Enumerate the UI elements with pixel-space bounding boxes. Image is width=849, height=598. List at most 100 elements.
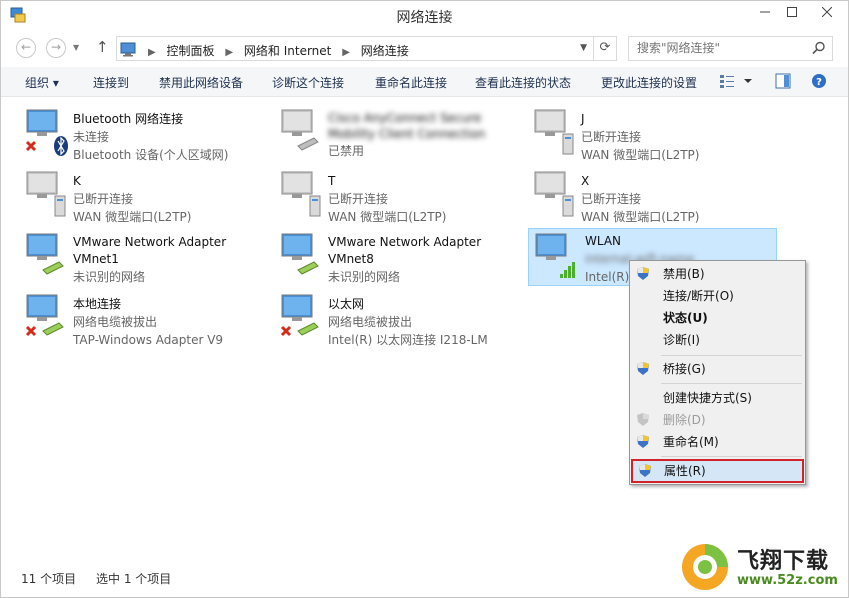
connection-status: 已断开连接 <box>73 192 134 206</box>
disable-device-button[interactable]: 禁用此网络设备 <box>159 74 243 91</box>
menu-item-label: 删除(D) <box>663 413 706 427</box>
context-menu: 禁用(B) 连接/断开(O) 状态(U) 诊断(I) 桥接(G) 创建快捷方式(… <box>629 260 806 485</box>
network-connections-window: 网络连接 ← → ▼ ↑ ▶ 控制面板 ▶ 网络和 Internet ▶ 网络连… <box>0 0 849 598</box>
search-box[interactable] <box>628 36 833 61</box>
menu-item-create-shortcut[interactable]: 创建快捷方式(S) <box>630 387 805 409</box>
connection-status: 未识别的网络 <box>328 270 401 284</box>
window-title: 网络连接 <box>396 10 453 26</box>
search-icon[interactable] <box>812 41 826 55</box>
menu-item-properties[interactable]: 属性(R) <box>631 459 804 483</box>
rename-connection-button[interactable]: 重命名此连接 <box>375 74 447 91</box>
connection-device: TAP-Windows Adapter V9 <box>73 333 224 347</box>
connection-item-vmnet8[interactable]: VMware Network Adapter VMnet8 未识别的网络 <box>278 232 523 292</box>
connection-item-t[interactable]: T 已断开连接 WAN 微型端口(L2TP) <box>278 170 523 230</box>
refresh-button[interactable]: ⟳ <box>593 36 617 61</box>
address-bar[interactable]: ▶ 控制面板 ▶ 网络和 Internet ▶ 网络连接 ▼ <box>116 36 594 61</box>
connection-status: 未识别的网络 <box>73 270 146 284</box>
close-button[interactable] <box>805 1 849 23</box>
menu-item-bridge[interactable]: 桥接(G) <box>630 358 805 380</box>
vpn-icon <box>26 171 66 217</box>
change-settings-button[interactable]: 更改此连接的设置 <box>601 74 697 91</box>
menu-separator <box>661 383 802 384</box>
organize-menu[interactable]: 组织 ▾ <box>25 74 59 91</box>
connection-name: X <box>581 174 590 188</box>
connection-name: 以太网 <box>328 297 365 311</box>
menu-item-disable[interactable]: 禁用(B) <box>630 263 805 285</box>
menu-separator <box>661 355 802 356</box>
connection-name: J <box>581 112 585 126</box>
svg-text:?: ? <box>816 77 822 88</box>
connection-item-local[interactable]: 本地连接 网络电缆被拔出 TAP-Windows Adapter V9 <box>23 293 268 353</box>
bluetooth-network-icon <box>25 109 68 156</box>
connection-status: 已断开连接 <box>328 192 389 206</box>
forward-button[interactable]: → <box>46 38 66 58</box>
connection-status: 网络电缆被拔出 <box>73 315 158 329</box>
watermark-logo-icon <box>682 544 728 590</box>
menu-separator <box>661 456 802 457</box>
breadcrumb-control-panel[interactable]: 控制面板 <box>167 44 215 58</box>
ethernet-adapter-icon <box>280 294 319 337</box>
recent-locations-chevron-icon[interactable]: ▼ <box>73 43 79 52</box>
maximize-button[interactable] <box>779 1 805 23</box>
menu-item-connect-disconnect[interactable]: 连接/断开(O) <box>630 285 805 307</box>
connection-device: WAN 微型端口(L2TP) <box>73 210 192 224</box>
connection-name: WLAN <box>585 234 622 248</box>
back-button[interactable]: ← <box>16 38 36 58</box>
connection-name: VMware Network Adapter VMnet1 <box>73 235 227 266</box>
search-input[interactable] <box>637 41 807 55</box>
view-options-icon[interactable] <box>719 73 753 92</box>
connection-name: Cisco AnyConnect Secure Mobility Client … <box>328 111 486 141</box>
connection-item-cisco[interactable]: Cisco AnyConnect Secure Mobility Client … <box>278 108 523 168</box>
connection-item-j[interactable]: J 已断开连接 WAN 微型端口(L2TP) <box>531 108 776 168</box>
menu-item-label: 桥接(G) <box>663 362 706 376</box>
connection-item-bluetooth[interactable]: Bluetooth 网络连接 未连接 Bluetooth 设备(个人区域网) <box>23 108 268 168</box>
uac-shield-icon <box>637 267 649 280</box>
selected-count: 选中 1 个项目 <box>96 572 172 586</box>
connection-device: WAN 微型端口(L2TP) <box>328 210 447 224</box>
connection-name: VMware Network Adapter VMnet8 <box>328 235 482 266</box>
watermark-text: 飞翔下载 <box>737 549 830 574</box>
connection-item-vmnet1[interactable]: VMware Network Adapter VMnet1 未识别的网络 <box>23 232 268 292</box>
connect-to-button[interactable]: 连接到 <box>93 74 129 91</box>
breadcrumb-network-internet[interactable]: 网络和 Internet <box>244 44 331 58</box>
connection-device: Bluetooth 设备(个人区域网) <box>73 148 229 162</box>
help-icon[interactable]: ? <box>811 73 827 92</box>
preview-pane-icon[interactable] <box>775 73 791 92</box>
menu-item-label: 重命名(M) <box>663 435 719 449</box>
breadcrumb-network-connections[interactable]: 网络连接 <box>361 44 409 58</box>
connection-device: WAN 微型端口(L2TP) <box>581 210 700 224</box>
breadcrumb-separator-icon[interactable]: ▶ <box>225 47 233 58</box>
connection-name: T <box>328 174 336 188</box>
vpn-icon <box>281 171 321 217</box>
connection-status: 未连接 <box>73 130 110 144</box>
watermark-url: www.52z.com <box>737 573 838 588</box>
menu-item-diagnose[interactable]: 诊断(I) <box>630 329 805 351</box>
minimize-button[interactable] <box>751 1 779 23</box>
uac-shield-icon <box>639 464 651 477</box>
item-count: 11 个项目 <box>21 572 77 586</box>
breadcrumb-separator-icon[interactable]: ▶ <box>342 47 350 58</box>
connection-item-ethernet[interactable]: 以太网 网络电缆被拔出 Intel(R) 以太网连接 I218-LM <box>278 293 523 353</box>
menu-item-rename[interactable]: 重命名(M) <box>630 431 805 453</box>
up-arrow-icon[interactable]: ↑ <box>96 38 109 56</box>
address-dropdown-icon[interactable]: ▼ <box>580 43 587 53</box>
connection-name: 本地连接 <box>73 297 122 311</box>
breadcrumb-separator-icon: ▶ <box>148 47 156 58</box>
connection-status: 已断开连接 <box>581 130 642 144</box>
connection-item-x[interactable]: X 已断开连接 WAN 微型端口(L2TP) <box>531 170 776 230</box>
ethernet-adapter-icon <box>25 294 64 337</box>
menu-item-label: 连接/断开(O) <box>663 289 734 303</box>
menu-item-label: 属性(R) <box>664 464 706 478</box>
menu-item-status[interactable]: 状态(U) <box>630 307 805 329</box>
connection-name: K <box>73 174 81 188</box>
connection-status: 已禁用 <box>328 144 365 158</box>
uac-shield-icon <box>637 362 649 375</box>
connection-item-k[interactable]: K 已断开连接 WAN 微型端口(L2TP) <box>23 170 268 230</box>
menu-item-label: 诊断(I) <box>663 333 700 347</box>
ethernet-adapter-icon <box>281 109 319 151</box>
command-bar: 组织 ▾ 连接到 禁用此网络设备 诊断这个连接 重命名此连接 查看此连接的状态 … <box>1 67 848 97</box>
diagnose-connection-button[interactable]: 诊断这个连接 <box>272 74 344 91</box>
view-status-button[interactable]: 查看此连接的状态 <box>475 74 571 91</box>
menu-item-label: 禁用(B) <box>663 267 705 281</box>
connection-device: Intel(R) 以太网连接 I218-LM <box>328 333 488 347</box>
